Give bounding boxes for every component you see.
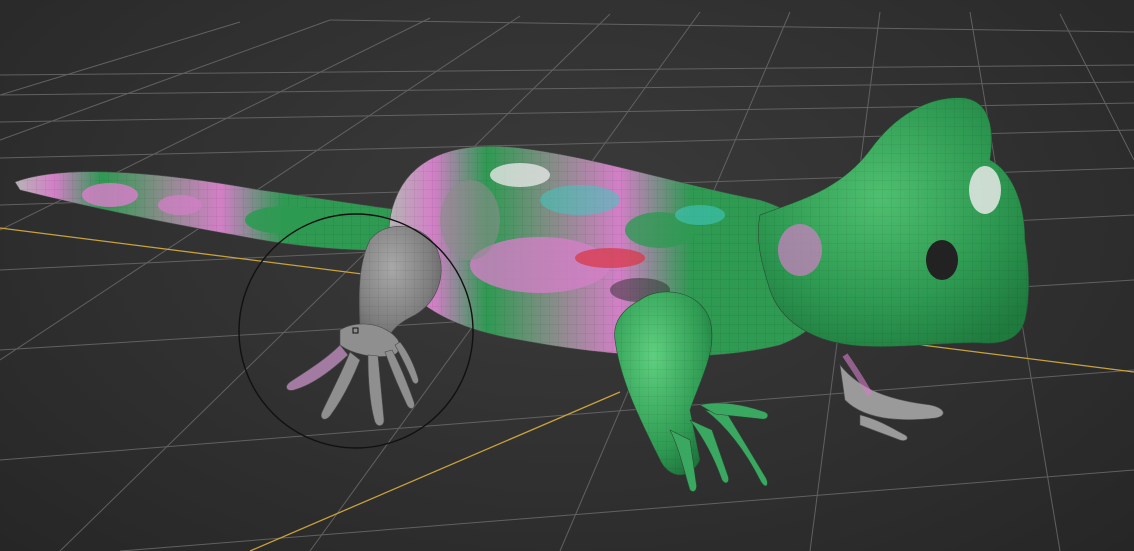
3d-viewport[interactable] xyxy=(0,0,1134,551)
lizard-crest-highlight xyxy=(969,166,1001,214)
lizard-rear-foot xyxy=(839,353,944,441)
lizard-eye-socket xyxy=(926,240,958,280)
lizard-model[interactable] xyxy=(14,97,1030,492)
viewport-canvas[interactable] xyxy=(0,0,1134,551)
lizard-near-hand xyxy=(286,323,419,426)
